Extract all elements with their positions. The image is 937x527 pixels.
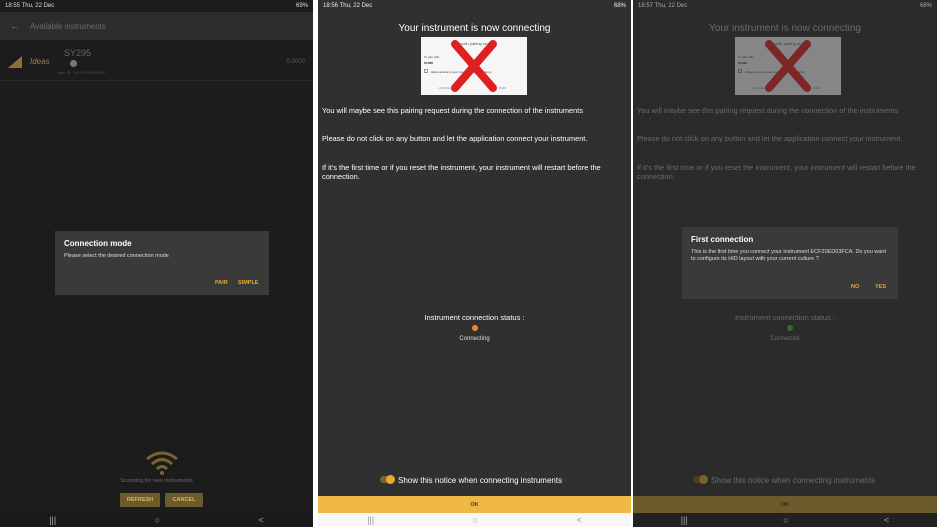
- home-icon[interactable]: ○: [473, 515, 478, 525]
- notice-paragraph-1: You will maybe see this pairing request …: [637, 106, 899, 115]
- wifi-scan-icon: [146, 451, 178, 475]
- notice-paragraph-3: If it's the first time or if you reset t…: [637, 163, 916, 181]
- status-time: 18:56: [323, 3, 339, 9]
- status-bar: 18:55 Thu, 22 Dec 69%: [0, 0, 313, 12]
- back-icon[interactable]: <: [577, 515, 582, 525]
- app-bar: ← Available instruments: [0, 12, 313, 40]
- notice-paragraph-3: If it's the first time or if you reset t…: [322, 163, 601, 181]
- back-arrow-icon[interactable]: ←: [10, 21, 30, 32]
- notice-paragraph-2: Please do not click on any button and le…: [637, 134, 903, 143]
- status-date: Thu, 22 Dec: [654, 3, 688, 9]
- pairing-line: To pair with:: [424, 55, 441, 59]
- back-icon[interactable]: <: [259, 515, 264, 525]
- pairing-cancel: CANCEL: [439, 86, 452, 90]
- show-notice-label: Show this notice when connecting instrum…: [398, 476, 563, 485]
- panel-first-connection: 18:57 Thu, 22 Dec 68% Your instrument is…: [633, 0, 937, 527]
- nav-bar: ||| ○ <: [633, 513, 937, 527]
- toggle-knob: [699, 475, 708, 484]
- dialog-title: First connection: [691, 235, 754, 244]
- dialog-message: Please select the desired connection mod…: [64, 253, 169, 259]
- yes-button[interactable]: YES: [875, 284, 886, 290]
- page-title: Available instruments: [30, 21, 106, 31]
- instrument-value: 0.0000: [286, 59, 305, 65]
- status-date: Thu, 22 Dec: [21, 3, 55, 9]
- nav-bar: ||| ○ <: [318, 513, 631, 527]
- home-icon[interactable]: ○: [155, 515, 160, 525]
- panel-available-instruments: 18:55 Thu, 22 Dec 69% ← Available instru…: [0, 0, 313, 527]
- recents-icon[interactable]: |||: [367, 515, 374, 525]
- status-time: 18:57: [638, 3, 654, 9]
- connection-mode-dialog: Connection mode Please select the desire…: [55, 231, 269, 295]
- nav-bar: ||| ○ <: [0, 513, 313, 527]
- pairing-line: To pair with:: [738, 55, 755, 59]
- back-icon[interactable]: <: [884, 515, 889, 525]
- simple-button[interactable]: SIMPLE: [238, 280, 258, 286]
- connection-status-text: Connected: [770, 336, 800, 342]
- pairing-pair: PAIR: [813, 86, 820, 90]
- no-button[interactable]: NO: [851, 284, 859, 290]
- status-dot-icon: [787, 325, 793, 331]
- status-date: Thu, 22 Dec: [339, 3, 373, 9]
- pairing-device: SY295: [738, 61, 748, 65]
- show-notice-toggle[interactable]: [693, 475, 708, 484]
- battery-level: 68%: [919, 3, 932, 9]
- home-icon[interactable]: ○: [783, 515, 788, 525]
- pairing-request-image: Bluetooth pairing request To pair with: …: [421, 37, 527, 95]
- pairing-device: SY295: [424, 61, 434, 65]
- status-bar: 18:56 Thu, 22 Dec 68%: [318, 0, 631, 12]
- instrument-name: SY295: [64, 48, 92, 58]
- battery-level: 68%: [613, 3, 626, 9]
- pair-button[interactable]: PAIR: [215, 280, 228, 286]
- page-title: Your instrument is now connecting: [709, 23, 861, 34]
- notice-paragraph-2: Please do not click on any button and le…: [322, 134, 588, 143]
- cancel-button[interactable]: CANCEL: [165, 493, 203, 507]
- recents-icon[interactable]: |||: [681, 515, 688, 525]
- bluetooth-icon: [70, 60, 77, 67]
- status-dot-icon: [472, 325, 478, 331]
- recents-icon[interactable]: |||: [49, 515, 56, 525]
- pairing-pair: PAIR: [499, 86, 506, 90]
- scanning-text: Scanning for new instruments: [120, 478, 193, 484]
- ok-button[interactable]: OK: [318, 496, 631, 514]
- cross-icon: [765, 40, 811, 92]
- status-time: 18:55: [5, 3, 21, 9]
- toggle-knob: [386, 475, 395, 484]
- battery-level: 69%: [295, 3, 308, 9]
- first-connection-dialog: First connection This is the first time …: [682, 227, 898, 299]
- show-notice-toggle[interactable]: [380, 475, 395, 484]
- connection-status-label: Instrument connection status :: [424, 313, 525, 322]
- instrument-mac: Mac ID : XX:XX:XX:XX:XX: [58, 70, 106, 75]
- panel-connecting: 18:56 Thu, 22 Dec 68% Your instrument is…: [318, 0, 631, 527]
- dialog-title: Connection mode: [64, 239, 132, 248]
- ok-button[interactable]: OK: [633, 496, 937, 514]
- refresh-button[interactable]: REFRESH: [120, 493, 160, 507]
- checkbox-icon: [738, 69, 742, 73]
- brand-triangle-icon: [8, 56, 22, 68]
- brand-logo: Ideas: [30, 57, 50, 66]
- page-title: Your instrument is now connecting: [398, 23, 551, 34]
- pairing-cancel: CANCEL: [753, 86, 766, 90]
- connection-status-text: Connecting: [459, 336, 490, 342]
- pairing-request-image: Bluetooth pairing request To pair with: …: [735, 37, 841, 95]
- instrument-list-item[interactable]: Ideas SY295 Mac ID : XX:XX:XX:XX:XX 0.00…: [0, 42, 313, 81]
- checkbox-icon: [424, 69, 428, 73]
- cross-icon: [451, 40, 497, 92]
- status-bar: 18:57 Thu, 22 Dec 68%: [633, 0, 937, 12]
- connection-status-label: Instrument connection status :: [734, 313, 836, 322]
- notice-paragraph-1: You will maybe see this pairing request …: [322, 106, 584, 115]
- show-notice-label: Show this notice when connecting instrum…: [711, 476, 876, 485]
- dialog-message: This is the first time you connect your …: [691, 249, 887, 262]
